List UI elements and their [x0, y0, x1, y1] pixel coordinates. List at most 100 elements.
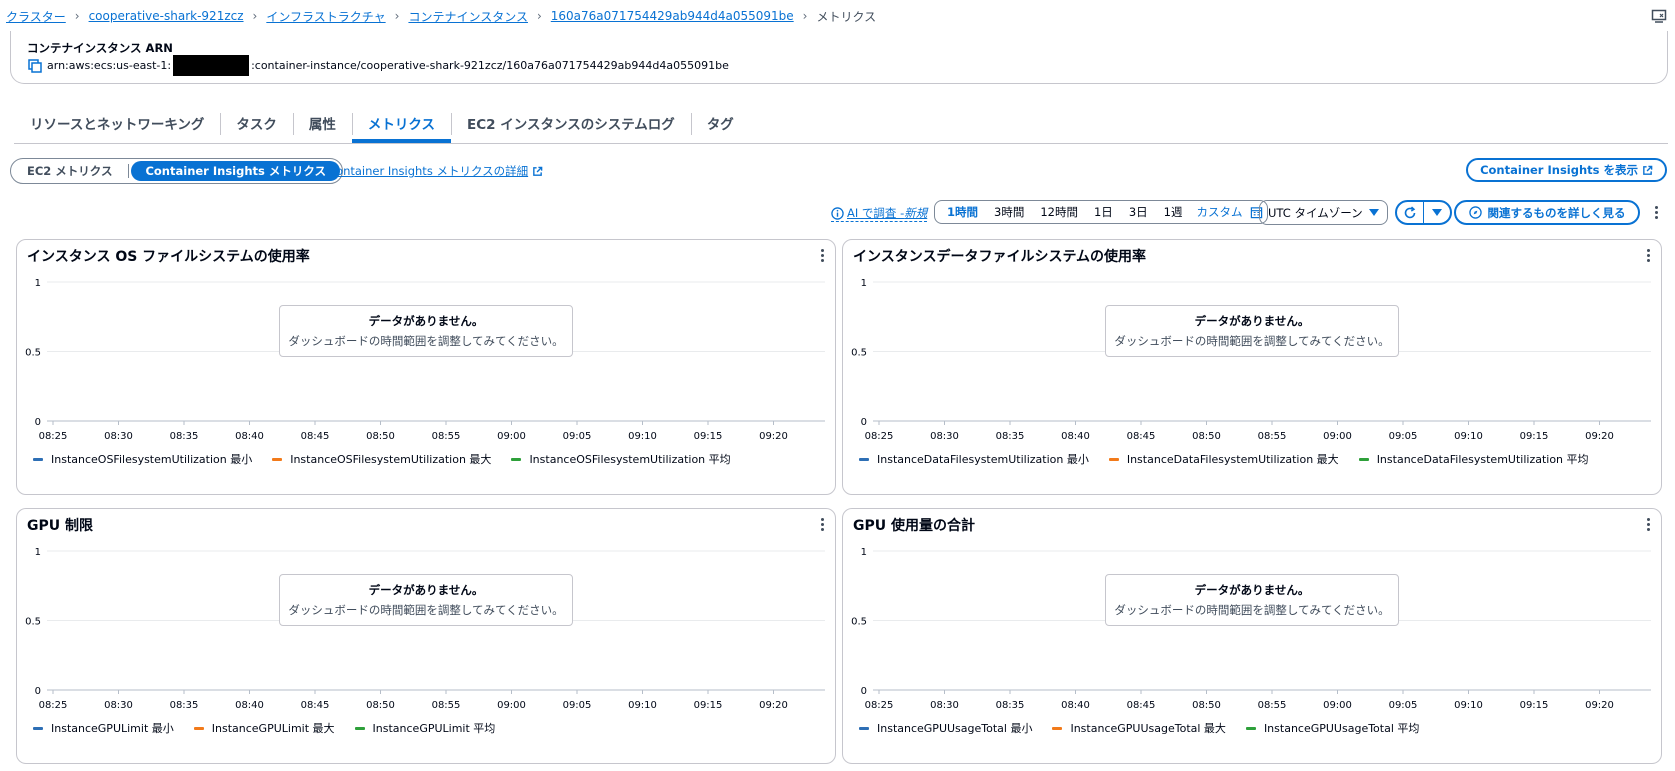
copy-icon[interactable] [27, 58, 43, 74]
container-insights-details-link[interactable]: Container Insights メトリクスの詳細 [328, 163, 543, 179]
legend-label: InstanceGPUUsageTotal 最小 [877, 722, 1033, 735]
x-tick-label: 08:50 [1192, 700, 1221, 711]
legend-label: InstanceOSFilesystemUtilization 最小 [51, 453, 253, 466]
tab-metrics[interactable]: メトリクス [351, 103, 452, 143]
legend-label: InstanceDataFilesystemUtilization 平均 [1376, 453, 1589, 466]
view-container-insights-button[interactable]: Container Insights を表示 [1466, 158, 1667, 182]
widget-more-actions-icon[interactable] [817, 248, 827, 262]
x-tick-label: 08:40 [235, 700, 264, 711]
x-tick-label: 09:10 [628, 431, 657, 442]
legend-swatch [1052, 726, 1063, 730]
tab-ec2-system-log[interactable]: EC2 インスタンスのシステムログ [451, 103, 691, 143]
no-data-title: データがありません。 [1194, 583, 1310, 597]
legend-item-max[interactable]: InstanceGPULimit 最大 [193, 720, 335, 736]
refresh-button[interactable] [1397, 202, 1423, 223]
breadcrumb-container-instances[interactable]: コンテナインスタンス [408, 8, 528, 25]
x-tick-label: 09:10 [1454, 431, 1483, 442]
widget-title: GPU 使用量の合計 [853, 518, 975, 534]
breadcrumb-cluster-name[interactable]: cooperative-shark-921zcz [89, 9, 244, 23]
x-tick-label: 09:20 [759, 431, 788, 442]
legend-label: InstanceOSFilesystemUtilization 最大 [290, 453, 492, 466]
breadcrumb-clusters[interactable]: クラスター [6, 8, 66, 25]
x-tick-label: 08:35 [170, 431, 199, 442]
no-data-message: データがありません。 ダッシュボードの時間範囲を調整してみてください。 [279, 305, 573, 357]
metrics-source-segmented-control: EC2 メトリクス Container Insights メトリクス [10, 158, 344, 184]
widget-more-actions-icon[interactable] [817, 517, 827, 531]
widget-gpu-limit: 1 0.5 0 08:25 08:30 08:35 08:40 08:45 08:50 08:55… [16, 508, 836, 764]
no-data-hint: ダッシュボードの時間範囲を調整してみてください。 [288, 334, 564, 348]
chart-legend: InstanceGPUUsageTotal 最小 InstanceGPUUsag… [859, 720, 1439, 736]
range-3d[interactable]: 3日 [1121, 204, 1156, 220]
x-tick-label: 08:50 [1192, 431, 1221, 442]
caret-down-icon [1369, 208, 1379, 216]
x-tick-label: 09:20 [759, 700, 788, 711]
range-12h[interactable]: 12時間 [1032, 204, 1086, 220]
x-tick-label: 08:30 [104, 700, 133, 711]
legend-item-min[interactable]: InstanceGPULimit 最小 [33, 720, 174, 736]
chevron-right-icon: › [394, 9, 400, 23]
x-tick-label: 08:25 [39, 431, 68, 442]
range-1h[interactable]: 1時間 [939, 204, 986, 220]
range-3h[interactable]: 3時間 [986, 204, 1032, 220]
widget-title: インスタンス OS ファイルシステムの使用率 [27, 249, 310, 265]
legend-item-avg[interactable]: InstanceGPULimit 平均 [354, 720, 495, 736]
tab-resources-networking[interactable]: リソースとネットワーキング [14, 103, 220, 143]
x-tick-label: 08:45 [1127, 700, 1156, 711]
x-tick-label: 09:20 [1585, 431, 1614, 442]
chevron-right-icon: › [74, 9, 80, 23]
tab-tags[interactable]: タグ [690, 103, 750, 143]
y-tick-label: 0.5 [851, 348, 867, 359]
legend-item-max[interactable]: InstanceGPUUsageTotal 最大 [1052, 720, 1226, 736]
arn-label: コンテナインスタンス ARN [27, 41, 173, 55]
external-link-icon [1643, 165, 1653, 175]
range-custom[interactable]: カスタム [1190, 204, 1246, 220]
timezone-select[interactable]: UTC タイムゾーン [1259, 200, 1388, 225]
range-1w[interactable]: 1週 [1156, 204, 1191, 220]
x-tick-label: 09:05 [563, 700, 592, 711]
legend-item-avg[interactable]: InstanceDataFilesystemUtilization 平均 [1358, 451, 1589, 467]
x-tick-label: 08:25 [865, 431, 894, 442]
x-tick-label: 09:10 [1454, 700, 1483, 711]
no-data-message: データがありません。 ダッシュボードの時間範囲を調整してみてください。 [1105, 574, 1399, 626]
y-tick-label: 1 [35, 547, 41, 558]
legend-label: InstanceDataFilesystemUtilization 最小 [877, 453, 1089, 466]
feedback-icon[interactable] [1651, 8, 1667, 24]
widget-more-actions-icon[interactable] [1643, 517, 1653, 531]
details-link-label: Container Insights メトリクスの詳細 [328, 164, 529, 178]
segment-ec2-metrics[interactable]: EC2 メトリクス [13, 161, 126, 181]
timezone-value: UTC タイムゾーン [1268, 205, 1363, 220]
legend-item-avg[interactable]: InstanceGPUUsageTotal 平均 [1245, 720, 1419, 736]
x-tick-label: 08:45 [301, 700, 330, 711]
legend-item-min[interactable]: InstanceGPUUsageTotal 最小 [859, 720, 1032, 736]
tab-tasks[interactable]: タスク [220, 103, 293, 143]
x-tick-label: 08:50 [366, 431, 395, 442]
tab-attributes[interactable]: 属性 [292, 103, 352, 143]
caret-down-icon [1432, 208, 1442, 216]
breadcrumb: クラスター › cooperative-shark-921zcz › インフラス… [6, 0, 876, 32]
segment-container-insights-metrics[interactable]: Container Insights メトリクス [131, 161, 341, 181]
chart-legend: InstanceGPULimit 最小 InstanceGPULimit 最大 … [33, 720, 515, 736]
widget-more-actions-icon[interactable] [1643, 248, 1653, 262]
no-data-hint: ダッシュボードの時間範囲を調整してみてください。 [1114, 334, 1390, 348]
legend-item-avg[interactable]: InstanceOSFilesystemUtilization 平均 [511, 451, 731, 467]
chart-legend: InstanceDataFilesystemUtilization 最小 Ins… [859, 451, 1609, 467]
breadcrumb-instance-id[interactable]: 160a76a071754429ab944d4a055091be [551, 9, 794, 23]
y-tick-label: 0 [861, 417, 867, 428]
x-tick-label: 08:35 [996, 431, 1025, 442]
ai-investigate-link[interactable]: AI で調査 - 新規 [831, 205, 928, 222]
dashboard-more-actions-icon[interactable] [1651, 205, 1661, 219]
time-range-selector: 1時間 3時間 12時間 1日 3日 1週 カスタム [934, 200, 1269, 224]
legend-label: InstanceGPUUsageTotal 最大 [1070, 722, 1226, 735]
explore-related-button[interactable]: 関連するものを詳しく見る [1454, 200, 1640, 225]
legend-item-max[interactable]: InstanceDataFilesystemUtilization 最大 [1108, 451, 1339, 467]
range-1d[interactable]: 1日 [1086, 204, 1121, 220]
y-tick-label: 0.5 [25, 348, 41, 359]
y-tick-label: 1 [861, 547, 867, 558]
legend-item-min[interactable]: InstanceDataFilesystemUtilization 最小 [859, 451, 1089, 467]
breadcrumb-infrastructure[interactable]: インフラストラクチャ [266, 8, 385, 25]
refresh-options-dropdown[interactable] [1423, 202, 1450, 223]
x-tick-label: 08:35 [170, 700, 199, 711]
legend-item-max[interactable]: InstanceOSFilesystemUtilization 最大 [272, 451, 491, 467]
x-tick-label: 08:55 [432, 700, 461, 711]
legend-item-min[interactable]: InstanceOSFilesystemUtilization 最小 [33, 451, 252, 467]
